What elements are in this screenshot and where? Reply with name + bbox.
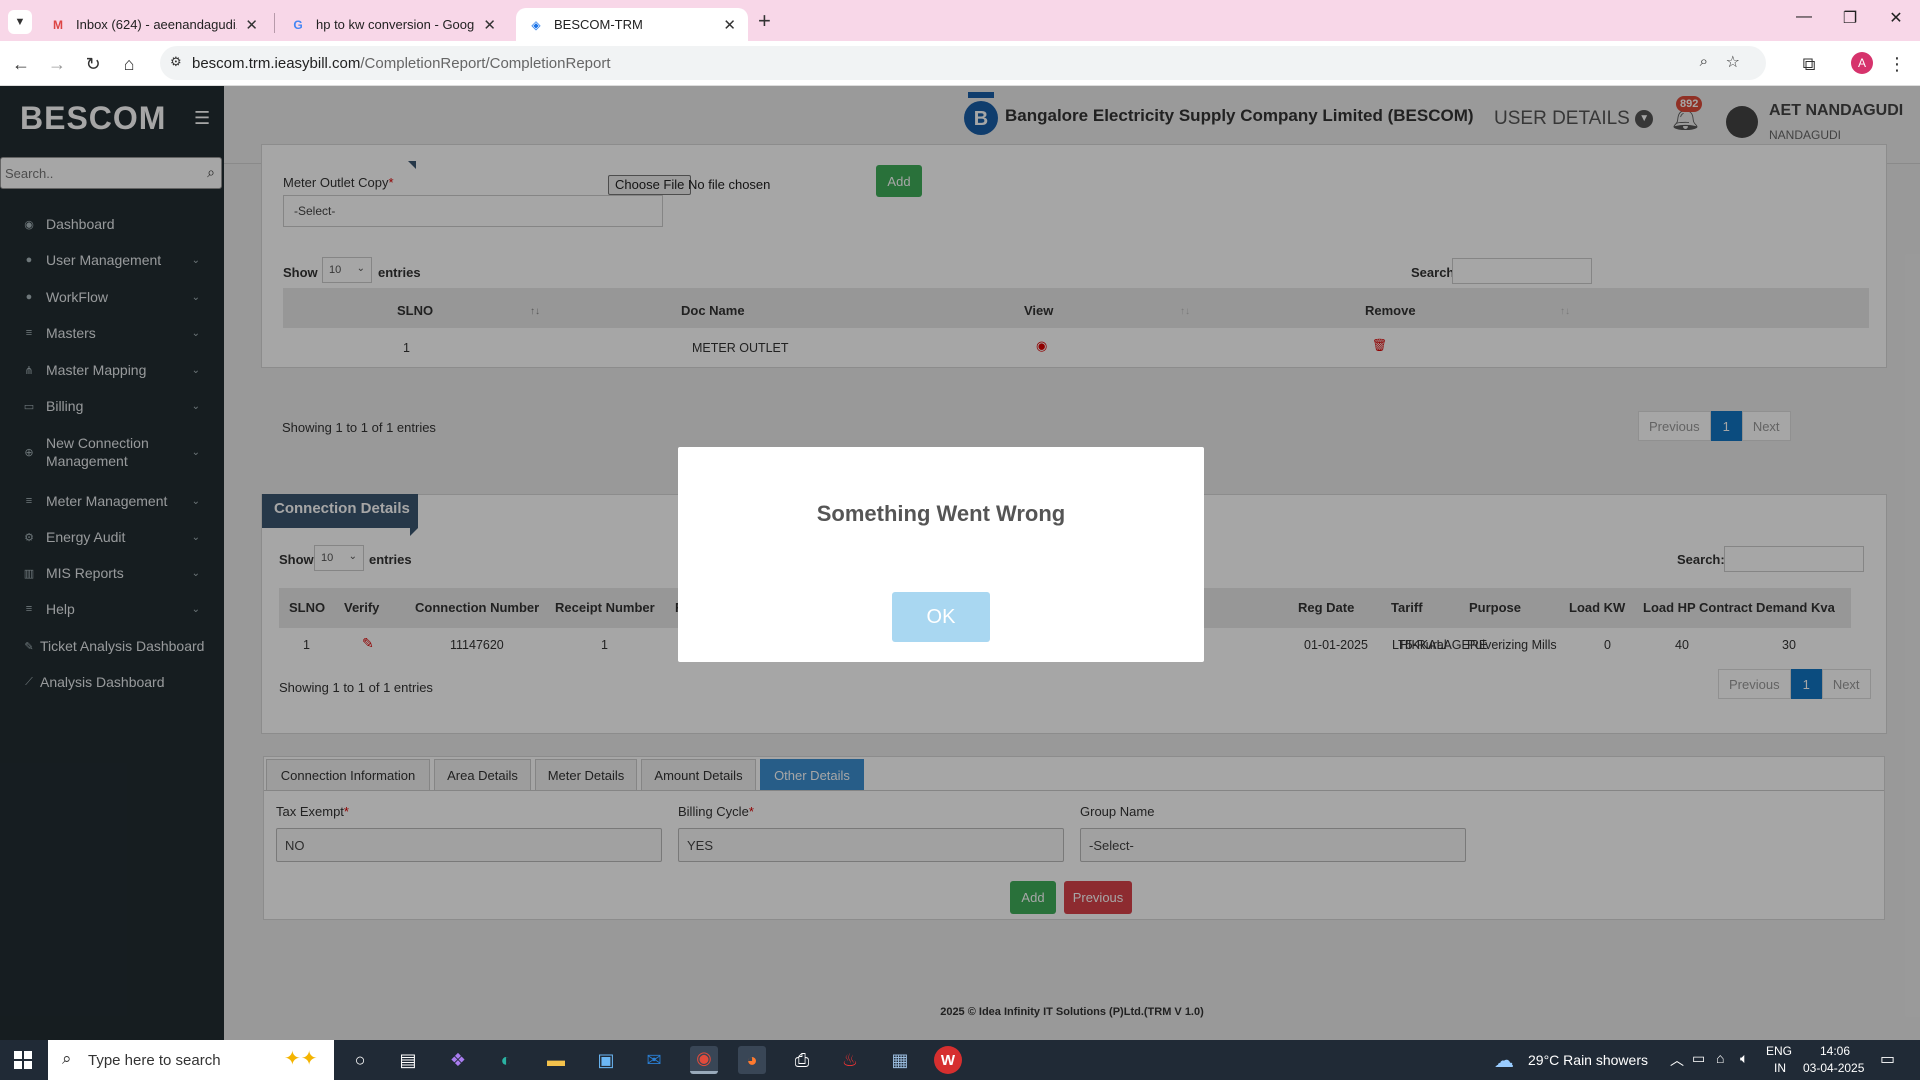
url-path: /CompletionReport/CompletionReport [360,54,611,72]
ok-button[interactable]: OK [892,592,990,642]
tab-title: Inbox (624) - aeenandagudi123 [76,17,237,32]
url-host: bescom.trm.ieasybill.com [192,54,361,72]
restore-icon[interactable]: ❐ [1828,8,1872,28]
address-bar: ← → ↻ ⌂ ⚙ bescom.trm.ieasybill.com/Compl… [0,41,1920,86]
sparkle-icon: ✦✦ [284,1048,318,1070]
game-icon[interactable]: ♨ [836,1046,864,1074]
clock-time[interactable]: 14:06 [1820,1044,1850,1058]
edge-icon[interactable]: ◐ [492,1046,520,1074]
new-tab-button[interactable]: + [758,8,771,34]
printer-icon[interactable]: ⎙ [788,1046,816,1074]
outlook-icon[interactable]: ✉ [640,1046,668,1074]
close-window-icon[interactable]: ✕ [1874,8,1918,28]
windows-taskbar: ⌕ Type here to search ✦✦ ○ ▤ ❖ ◐ ▬ ▣ ✉ ◉… [0,1040,1920,1080]
back-icon[interactable]: ← [8,51,34,77]
tab-search-button[interactable]: ▼ [8,10,32,34]
browser-tab-gmail[interactable]: M Inbox (624) - aeenandagudi123 ✕ [38,8,270,41]
copilot-icon[interactable]: ❖ [444,1046,472,1074]
forward-icon[interactable]: → [44,51,70,77]
store-icon[interactable]: ▣ [592,1046,620,1074]
tab-title: BESCOM-TRM [554,17,643,32]
volume-icon[interactable]: 🔈︎ [1740,1050,1748,1067]
task-view-icon[interactable]: ▤ [394,1046,422,1074]
wps-office-icon[interactable]: W [934,1046,962,1074]
calculator-icon[interactable]: ▦ [886,1046,914,1074]
network-icon[interactable]: ⌂ [1716,1050,1724,1066]
taskbar-search-input[interactable]: ⌕ Type here to search ✦✦ [48,1040,334,1080]
error-dialog: Something Went Wrong OK [678,447,1204,662]
home-icon[interactable]: ⌂ [116,51,142,77]
weather-text[interactable]: 29°C Rain showers [1528,1052,1648,1068]
dialog-title: Something Went Wrong [816,501,1066,526]
file-explorer-icon[interactable]: ▬ [542,1046,570,1074]
extensions-icon[interactable]: ⧉ [1796,51,1822,77]
close-tab-icon[interactable]: ✕ [245,16,258,34]
bookmark-star-icon[interactable]: ☆ [1726,52,1740,72]
google-icon: G [293,17,303,32]
windows-start-icon[interactable] [14,1051,32,1069]
browser-tab-bescom[interactable]: ◈ BESCOM-TRM ✕ [516,8,748,41]
cortana-icon[interactable]: ○ [346,1046,374,1074]
browser-menu-icon[interactable]: ⋮ [1884,51,1910,77]
language-line1[interactable]: ENG [1766,1044,1792,1058]
close-tab-icon[interactable]: ✕ [483,16,496,34]
firefox-icon[interactable]: ◕ [738,1046,766,1074]
language-line2[interactable]: IN [1774,1061,1786,1075]
browser-tab-google[interactable]: G hp to kw conversion - Google S ✕ [278,8,508,41]
search-icon: ⌕ [62,1049,72,1068]
reload-icon[interactable]: ↻ [80,51,106,77]
weather-icon[interactable]: ☁ [1494,1048,1514,1073]
profile-avatar[interactable]: A [1851,52,1873,74]
browser-tab-bar: ▼ M Inbox (624) - aeenandagudi123 ✕ G hp… [0,0,1920,41]
zoom-icon[interactable]: ⌕ [1700,53,1708,70]
clock-date[interactable]: 03-04-2025 [1803,1061,1864,1075]
minimize-icon[interactable]: — [1782,8,1826,26]
site-info-icon[interactable]: ⚙ [170,54,182,70]
close-tab-icon[interactable]: ✕ [723,16,736,34]
tray-chevron-icon[interactable]: ︿ [1670,1050,1684,1070]
gmail-icon: M [53,17,63,32]
url-field[interactable]: ⚙ bescom.trm.ieasybill.com/CompletionRep… [160,46,1766,80]
site-icon: ◈ [531,17,541,32]
meet-now-icon[interactable]: ▭ [1692,1050,1705,1067]
chrome-icon[interactable]: ◉ [690,1046,718,1074]
tab-title: hp to kw conversion - Google S [316,17,475,32]
notifications-icon[interactable]: ▭ [1880,1049,1895,1069]
